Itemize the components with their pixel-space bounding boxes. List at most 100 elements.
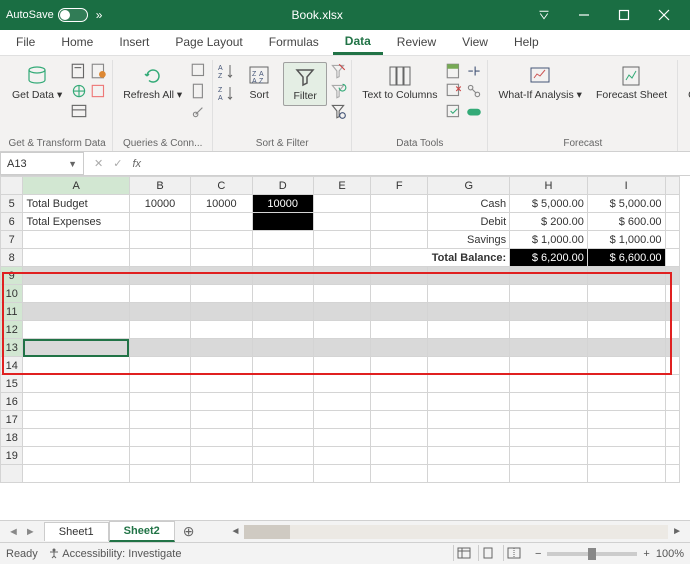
col-I[interactable]: I: [587, 177, 665, 195]
tab-nav[interactable]: ◄►: [0, 526, 44, 538]
recent-sources-icon[interactable]: [90, 62, 108, 80]
tab-file[interactable]: File: [4, 30, 47, 55]
view-page-layout-icon[interactable]: [478, 545, 500, 561]
cancel-icon[interactable]: ✕: [94, 157, 103, 170]
tab-review[interactable]: Review: [385, 30, 448, 55]
name-box-dropdown-icon[interactable]: ▼: [68, 159, 77, 169]
rowh-8[interactable]: 8: [1, 249, 23, 267]
from-table-icon[interactable]: [70, 102, 88, 120]
row-16[interactable]: 16: [1, 393, 680, 411]
sort-button[interactable]: ZAAZ Sort: [237, 62, 281, 104]
col-B[interactable]: B: [129, 177, 190, 195]
col-D[interactable]: D: [252, 177, 313, 195]
zoom-slider[interactable]: [547, 552, 637, 556]
row-17[interactable]: 17: [1, 411, 680, 429]
scroll-left-icon[interactable]: ◄: [230, 526, 240, 537]
tab-next-icon[interactable]: ►: [25, 526, 36, 538]
row-9[interactable]: 9: [1, 267, 680, 285]
forecast-sheet-button[interactable]: Forecast Sheet: [590, 62, 673, 104]
clear-filter-icon[interactable]: [329, 62, 347, 80]
zoom-out-icon[interactable]: −: [535, 548, 541, 560]
col-A[interactable]: A: [23, 177, 129, 195]
maximize-button[interactable]: [604, 0, 644, 30]
sort-asc-icon[interactable]: AZ: [217, 62, 235, 80]
row-13[interactable]: 13: [1, 339, 680, 357]
col-C[interactable]: C: [191, 177, 252, 195]
zoom-in-icon[interactable]: +: [643, 548, 649, 560]
select-all[interactable]: [1, 177, 23, 195]
row-12[interactable]: 12: [1, 321, 680, 339]
autosave[interactable]: AutoSave: [6, 8, 88, 22]
row-15[interactable]: 15: [1, 375, 680, 393]
sheet-tab-2[interactable]: Sheet2: [109, 521, 175, 542]
row-19[interactable]: 19: [1, 447, 680, 465]
fx-icon[interactable]: fx: [132, 158, 141, 170]
scroll-right-icon[interactable]: ►: [672, 526, 682, 537]
rowh-7[interactable]: 7: [1, 231, 23, 249]
reapply-icon[interactable]: [329, 82, 347, 100]
flash-fill-icon[interactable]: [445, 62, 463, 80]
zoom-value[interactable]: 100%: [656, 548, 684, 560]
quick-access-more-icon[interactable]: »: [96, 8, 103, 22]
name-box[interactable]: A13 ▼: [0, 152, 84, 175]
remove-duplicates-icon[interactable]: [445, 82, 463, 100]
close-button[interactable]: [644, 0, 684, 30]
col-G[interactable]: G: [428, 177, 510, 195]
minimize-button[interactable]: [564, 0, 604, 30]
sort-desc-icon[interactable]: ZA: [217, 84, 235, 102]
accessibility-status[interactable]: Accessibility: Investigate: [48, 547, 182, 560]
zoom-control[interactable]: − + 100%: [535, 548, 684, 560]
row-18[interactable]: 18: [1, 429, 680, 447]
ribbon-display-icon[interactable]: [524, 0, 564, 30]
row-6[interactable]: 6 Total Expenses Debit $ 200.00 $ 600.00: [1, 213, 680, 231]
tab-view[interactable]: View: [450, 30, 500, 55]
rowh-6[interactable]: 6: [1, 213, 23, 231]
row-8[interactable]: 8 Total Balance: $ 6,200.00 $ 6,600.00: [1, 249, 680, 267]
tab-insert[interactable]: Insert: [107, 30, 161, 55]
from-text-icon[interactable]: [70, 62, 88, 80]
row-7[interactable]: 7 Savings $ 1,000.00 $ 1,000.00: [1, 231, 680, 249]
tab-help[interactable]: Help: [502, 30, 551, 55]
tab-formulas[interactable]: Formulas: [257, 30, 331, 55]
cell-grid[interactable]: A B C D E F G H I 5 Total Budget 10000 1…: [0, 176, 680, 483]
advanced-icon[interactable]: [329, 102, 347, 120]
queries-icon[interactable]: [190, 62, 208, 80]
col-E[interactable]: E: [313, 177, 370, 195]
data-validation-icon[interactable]: [445, 102, 463, 120]
get-data-button[interactable]: Get Data ▾: [6, 62, 68, 104]
refresh-all-button[interactable]: Refresh All ▾: [117, 62, 188, 104]
row-5[interactable]: 5 Total Budget 10000 10000 10000 Cash $ …: [1, 195, 680, 213]
rowh-5[interactable]: 5: [1, 195, 23, 213]
col-F[interactable]: F: [371, 177, 428, 195]
data-model-icon[interactable]: [465, 102, 483, 120]
col-H[interactable]: H: [510, 177, 588, 195]
h-scrollbar[interactable]: ◄ ►: [222, 525, 690, 539]
row-blank[interactable]: [1, 465, 680, 483]
tab-page-layout[interactable]: Page Layout: [163, 30, 254, 55]
autosave-toggle-icon[interactable]: [58, 8, 88, 22]
whatif-button[interactable]: What-If Analysis ▾: [492, 62, 587, 104]
scroll-track[interactable]: [244, 525, 668, 539]
properties-icon[interactable]: [190, 82, 208, 100]
outline-button[interactable]: Outline ▾: [682, 62, 690, 104]
tab-home[interactable]: Home: [49, 30, 105, 55]
row-10[interactable]: 10: [1, 285, 680, 303]
filter-button[interactable]: Filter: [283, 62, 327, 106]
existing-conn-icon[interactable]: [90, 82, 108, 100]
view-page-break-icon[interactable]: [503, 545, 525, 561]
sheet-tab-1[interactable]: Sheet1: [44, 522, 109, 541]
row-14[interactable]: 14: [1, 357, 680, 375]
view-normal-icon[interactable]: [453, 545, 475, 561]
enter-icon[interactable]: ✓: [113, 157, 122, 170]
tab-prev-icon[interactable]: ◄: [8, 526, 19, 538]
edit-links-icon[interactable]: [190, 102, 208, 120]
scroll-thumb[interactable]: [244, 525, 290, 539]
active-cell[interactable]: [23, 339, 129, 357]
relationships-icon[interactable]: [465, 82, 483, 100]
new-sheet-button[interactable]: ⊕: [175, 523, 203, 540]
text-to-columns-button[interactable]: Text to Columns: [356, 62, 443, 104]
from-web-icon[interactable]: [70, 82, 88, 100]
formula-input[interactable]: [151, 152, 690, 175]
tab-data[interactable]: Data: [333, 29, 383, 55]
consolidate-icon[interactable]: [465, 62, 483, 80]
